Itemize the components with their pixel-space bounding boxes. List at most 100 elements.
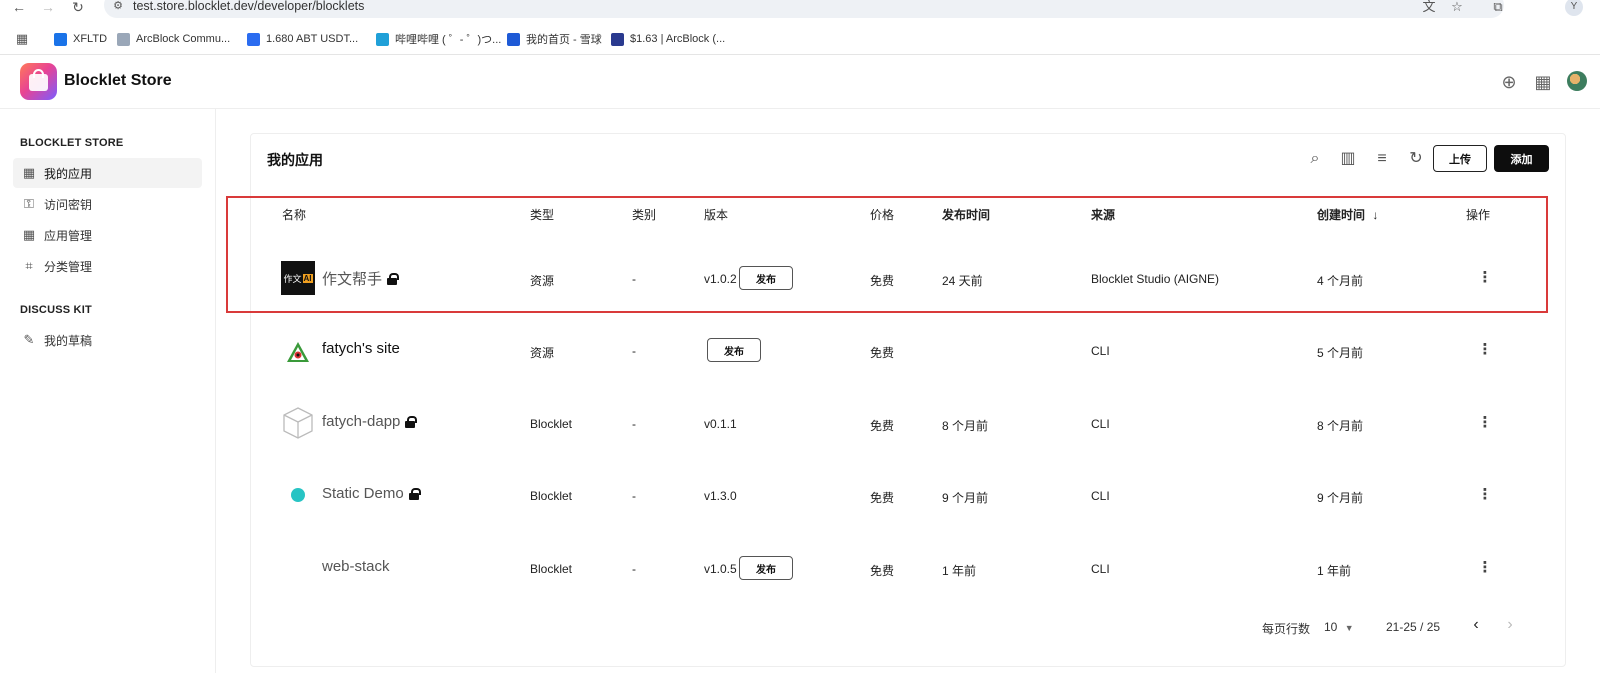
source-cell: CLI (1091, 344, 1110, 358)
app-name-link[interactable]: 作文帮手 (322, 268, 400, 289)
sidebar-item-app-management[interactable]: ▦ 应用管理 (13, 220, 202, 250)
app-icon-essay-helper: 作文 AI (281, 261, 315, 295)
app-name-link[interactable]: fatych's site (322, 340, 400, 357)
translate-icon[interactable]: 文 (1421, 0, 1437, 14)
search-icon[interactable]: ⌕ (1305, 149, 1325, 169)
sidebar-item-category-management[interactable]: ⌗ 分类管理 (13, 251, 202, 281)
column-header-actions: 操作 (1466, 208, 1491, 222)
profile-avatar[interactable]: Y (1565, 0, 1583, 16)
more-actions-icon[interactable]: ⋮ (1477, 268, 1493, 288)
column-header-category[interactable]: 类别 (632, 206, 656, 223)
bookmarks-bar: ▦ XFLTD ArcBlock Commu... 1.680 ABT USDT… (0, 30, 1600, 48)
sidebar-item-my-apps[interactable]: ▦ 我的应用 (13, 158, 202, 188)
created-cell: 8 个月前 (1317, 419, 1364, 433)
user-avatar[interactable] (1567, 71, 1587, 91)
type-cell: Blocklet (530, 417, 573, 431)
price-cell: 免费 (870, 274, 895, 288)
apps-grid-icon[interactable]: ▦ (14, 32, 30, 46)
rows-per-page-select[interactable]: 10 ▼ (1324, 620, 1354, 634)
source-cell: CLI (1091, 417, 1110, 431)
publish-button[interactable]: 发布 (739, 556, 793, 580)
bookmark-favicon-icon (117, 32, 130, 46)
next-page-icon[interactable]: › (1503, 616, 1517, 634)
column-header-source[interactable]: 来源 (1091, 206, 1115, 223)
publish-button[interactable]: 发布 (707, 338, 761, 362)
forward-icon[interactable]: → (38, 0, 58, 14)
bookmark-arcblock-community[interactable]: ArcBlock Commu... (117, 30, 230, 48)
bookmark-favicon-icon (376, 32, 389, 46)
category-cell: - (632, 272, 636, 286)
app-title[interactable]: Blocklet Store (64, 72, 172, 90)
sidebar-section-title: DISCUSS KIT (20, 304, 92, 316)
published-cell: 24 天前 (942, 274, 983, 288)
version-cell: v0.1.1 (704, 417, 737, 431)
upload-button[interactable]: 上传 (1433, 145, 1487, 172)
source-cell: CLI (1091, 562, 1110, 576)
type-cell: Blocklet (530, 562, 573, 576)
sidebar-item-label: 分类管理 (44, 259, 93, 274)
price-cell: 免费 (870, 419, 895, 433)
bookmark-favicon-icon (507, 32, 520, 46)
column-header-price[interactable]: 价格 (870, 206, 894, 223)
dropdown-caret-icon: ▼ (1344, 623, 1354, 633)
bookmark-favicon-icon (54, 32, 67, 46)
url-text[interactable]: test.store.blocklet.dev/developer/blockl… (133, 0, 364, 13)
category-cell: - (632, 489, 636, 503)
columns-icon[interactable]: ▥ (1338, 149, 1358, 169)
extensions-icon[interactable]: ⧉ (1490, 0, 1506, 14)
star-icon[interactable]: ☆ (1449, 0, 1465, 14)
version-cell: v1.3.0 (704, 489, 737, 503)
bookmark-arcblock-price[interactable]: $1.63 | ArcBlock (... (611, 30, 725, 48)
created-cell: 5 个月前 (1317, 346, 1364, 360)
column-header-created[interactable]: 创建时间 ↓ (1317, 206, 1378, 223)
column-header-type[interactable]: 类型 (530, 206, 554, 223)
app-name-link[interactable]: Static Demo (322, 485, 421, 502)
sort-arrow-icon[interactable]: ↓ (1372, 208, 1378, 222)
prev-page-icon[interactable]: ‹ (1469, 616, 1483, 634)
sidebar-item-access-keys[interactable]: ⚿ 访问密钥 (13, 189, 202, 219)
bookmark-xfltd[interactable]: XFLTD (54, 30, 107, 48)
bookmark-favicon-icon (611, 32, 624, 46)
sidebar-item-label: 我的草稿 (44, 333, 93, 348)
source-cell: Blocklet Studio (AIGNE) (1091, 272, 1220, 286)
tag-icon: ⌗ (25, 258, 33, 273)
column-header-name[interactable]: 名称 (282, 206, 306, 223)
app-name-link[interactable]: fatych-dapp (322, 413, 418, 430)
created-cell: 1 年前 (1317, 564, 1352, 578)
page-title: 我的应用 (267, 152, 323, 168)
category-cell: - (632, 344, 636, 358)
publish-button[interactable]: 发布 (739, 266, 793, 290)
column-header-published[interactable]: 发布时间 (942, 206, 990, 223)
source-cell: CLI (1091, 489, 1110, 503)
blocklet-store-logo[interactable] (20, 63, 57, 100)
back-icon[interactable]: ← (9, 0, 29, 14)
bookmark-xueqiu[interactable]: 我的首页 - 雪球 (507, 30, 602, 48)
price-cell: 免费 (870, 491, 895, 505)
app-icon-static-demo (291, 488, 305, 502)
version-cell: v1.0.5 (704, 562, 737, 576)
type-cell: Blocklet (530, 489, 573, 503)
more-actions-icon[interactable]: ⋮ (1477, 558, 1493, 578)
app-icon-fatych-site (286, 341, 310, 363)
app-icon-package-box (282, 406, 314, 440)
sidebar-item-my-drafts[interactable]: ✎ 我的草稿 (13, 325, 202, 355)
reload-icon[interactable]: ↻ (68, 0, 88, 14)
filter-icon[interactable]: ≡ (1372, 149, 1392, 169)
apps-grid-icon[interactable]: ▦ (1532, 71, 1554, 93)
more-actions-icon[interactable]: ⋮ (1477, 485, 1493, 505)
add-button[interactable]: 添加 (1494, 145, 1549, 172)
column-header-version[interactable]: 版本 (704, 206, 728, 223)
bookmark-bilibili[interactable]: 哔哩哔哩 ( ゜- ゜)つ... (376, 30, 501, 48)
site-info-icon[interactable]: ⚙ (110, 0, 126, 13)
category-cell: - (632, 417, 636, 431)
bookmark-abt-usdt[interactable]: 1.680 ABT USDT... (247, 30, 358, 48)
lock-icon (405, 415, 418, 428)
category-cell: - (632, 562, 636, 576)
version-cell: v1.0.2 (704, 272, 737, 286)
more-actions-icon[interactable]: ⋮ (1477, 340, 1493, 360)
refresh-icon[interactable]: ↻ (1406, 149, 1426, 169)
more-actions-icon[interactable]: ⋮ (1477, 413, 1493, 433)
globe-icon[interactable]: ⊕ (1498, 71, 1520, 93)
type-cell: 资源 (530, 346, 555, 360)
app-name-link[interactable]: web-stack (322, 558, 390, 575)
